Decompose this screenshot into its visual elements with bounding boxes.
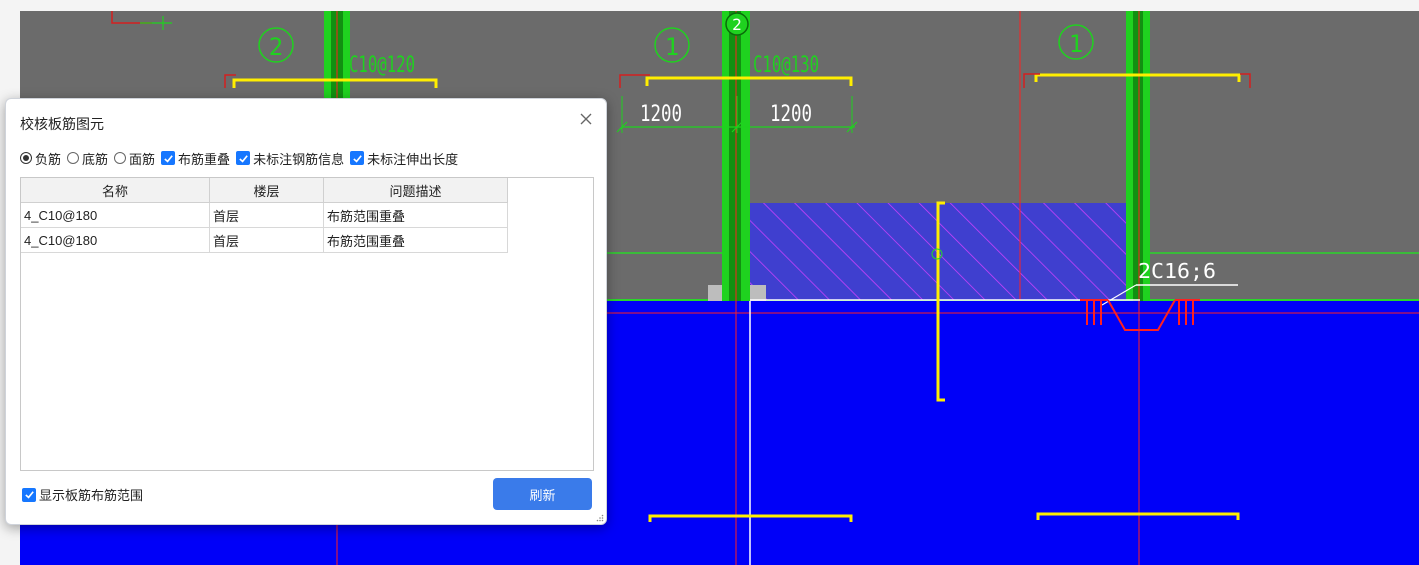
dim-text-mid-right: 1200 [770,102,812,127]
check-no-info-label: 未标注钢筋信息 [253,151,345,167]
rebar-no-mid: 1 [665,33,679,61]
header-description[interactable]: 问题描述 [323,178,508,203]
radio-icon[interactable] [67,152,80,164]
header-name[interactable]: 名称 [21,178,210,203]
checkbox-checked-icon[interactable] [161,151,176,165]
issue-table: 名称 楼层 问题描述 4_C10@180 首层 布筋范围重叠 4_C10@180… [21,178,508,253]
beam-right-core [1133,11,1143,301]
toolbar-strip [0,0,1419,11]
show-range-label: 显示板筋布筋范围 [39,488,144,503]
radio-negative-rebar[interactable]: 负筋 [20,149,61,168]
close-icon[interactable] [576,109,596,129]
radio-bottom-rebar[interactable]: 底筋 [67,149,108,168]
checkbox-checked-icon[interactable] [22,487,36,502]
rebar-no-right: 1 [1069,30,1083,58]
cell-floor[interactable]: 首层 [209,202,324,228]
header-floor[interactable]: 楼层 [209,178,324,203]
radio-top-rebar[interactable]: 面筋 [114,149,155,168]
checkbox-checked-icon[interactable] [350,151,365,165]
cell-description[interactable]: 布筋范围重叠 [323,202,508,228]
dialog-title: 校核板筋图元 [20,116,104,132]
filter-options: 负筋 底筋 面筋 布筋重叠 未标注钢筋信息 未标注伸出长度 [20,149,464,167]
overlap-hatch-region [750,203,1140,300]
issue-table-container[interactable]: 名称 楼层 问题描述 4_C10@180 首层 布筋范围重叠 4_C10@180… [20,177,594,471]
cell-name[interactable]: 4_C10@180 [21,202,210,228]
radio-negative-label: 负筋 [35,151,62,167]
check-rebar-dialog: 校核板筋图元 负筋 底筋 面筋 布筋重叠 未标注钢筋信息 未标注伸出长度 名称 … [5,98,607,525]
cell-floor[interactable]: 首层 [209,227,324,253]
rebar-no-left: 2 [269,33,283,61]
radio-bottom-label: 底筋 [82,151,109,167]
axis-bubble-label: 2 [732,15,742,34]
beam-mid-core [729,11,741,301]
radio-icon[interactable] [20,152,32,164]
cell-description[interactable]: 布筋范围重叠 [323,227,508,253]
radio-top-label: 面筋 [129,151,156,167]
check-no-info[interactable]: 未标注钢筋信息 [236,149,344,168]
refresh-button[interactable]: 刷新 [493,478,592,510]
check-overlap[interactable]: 布筋重叠 [161,149,230,168]
beam-label: 2C16;6 [1138,259,1216,283]
show-range-checkbox[interactable]: 显示板筋布筋范围 [22,485,143,504]
rebar-spec-mid: C10@130 [753,53,819,78]
rebar-spec-left: C10@120 [349,53,415,78]
table-row[interactable]: 4_C10@180 首层 布筋范围重叠 [21,227,508,253]
dim-text-mid-left: 1200 [640,102,682,127]
resize-grip-icon[interactable] [596,514,604,522]
check-no-extension[interactable]: 未标注伸出长度 [350,149,458,168]
table-row[interactable]: 4_C10@180 首层 布筋范围重叠 [21,202,508,228]
radio-icon[interactable] [114,152,127,164]
checkbox-checked-icon[interactable] [236,151,251,165]
cell-name[interactable]: 4_C10@180 [21,227,210,253]
table-header-row: 名称 楼层 问题描述 [21,178,508,203]
check-overlap-label: 布筋重叠 [178,151,231,167]
check-no-extension-label: 未标注伸出长度 [367,151,459,167]
